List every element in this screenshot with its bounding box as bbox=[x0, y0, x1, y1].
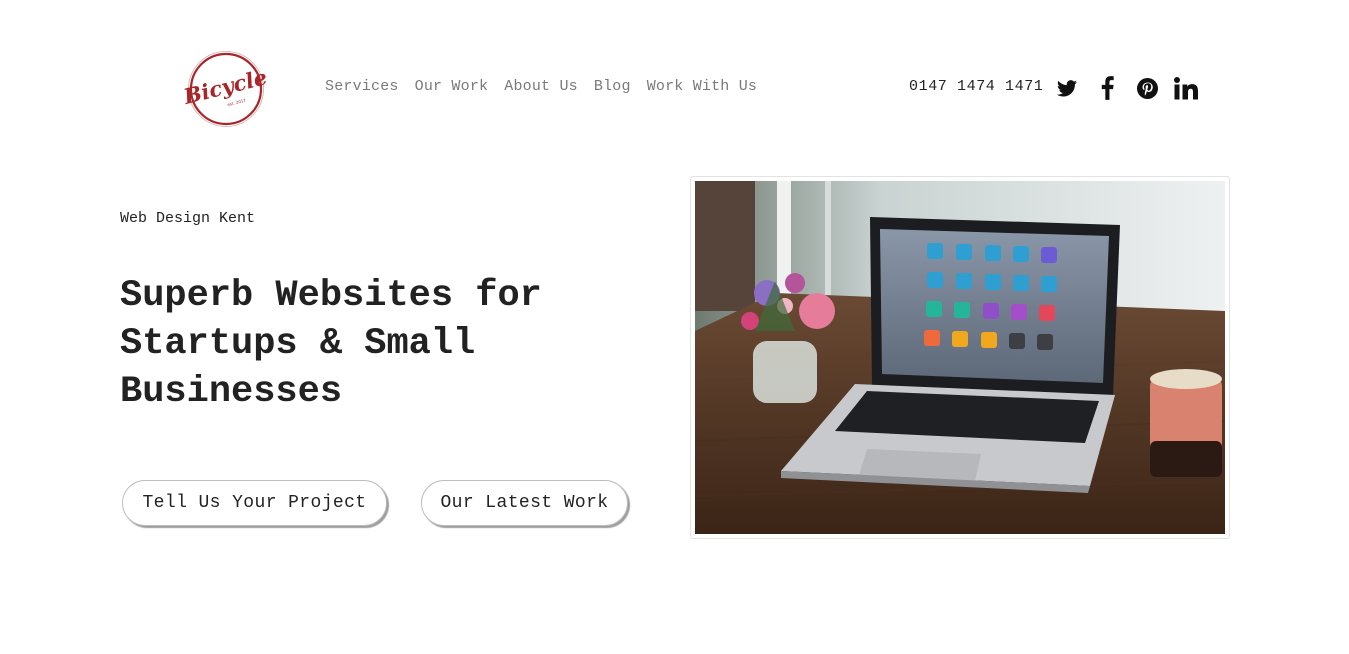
svg-text:est. 2017: est. 2017 bbox=[227, 98, 247, 108]
main-nav: Services Our Work About Us Blog Work Wit… bbox=[325, 78, 757, 95]
tell-us-your-project-button[interactable]: Tell Us Your Project bbox=[122, 480, 387, 526]
linkedin-icon[interactable] bbox=[1172, 74, 1200, 102]
logo-badge: Bicycle est. 2017 bbox=[184, 51, 268, 127]
nav-item-about-us[interactable]: About Us bbox=[504, 78, 578, 95]
bicycle-logo[interactable]: Bicycle est. 2017 bbox=[184, 50, 268, 128]
pinterest-icon[interactable] bbox=[1133, 74, 1161, 102]
nav-item-work-with-us[interactable]: Work With Us bbox=[647, 78, 757, 95]
hero-headline: Superb Websites for Startups & Small Bus… bbox=[120, 275, 542, 413]
laptop-on-desk-image bbox=[695, 181, 1225, 534]
our-latest-work-button[interactable]: Our Latest Work bbox=[421, 480, 628, 526]
phone-number[interactable]: 0147 1474 1471 bbox=[909, 78, 1043, 95]
nav-item-our-work[interactable]: Our Work bbox=[415, 78, 489, 95]
hero-eyebrow: Web Design Kent bbox=[120, 210, 256, 227]
nav-item-blog[interactable]: Blog bbox=[594, 78, 631, 95]
hero-image-frame bbox=[690, 176, 1230, 539]
facebook-icon[interactable] bbox=[1093, 74, 1121, 102]
nav-item-services[interactable]: Services bbox=[325, 78, 399, 95]
twitter-icon[interactable] bbox=[1053, 74, 1081, 102]
